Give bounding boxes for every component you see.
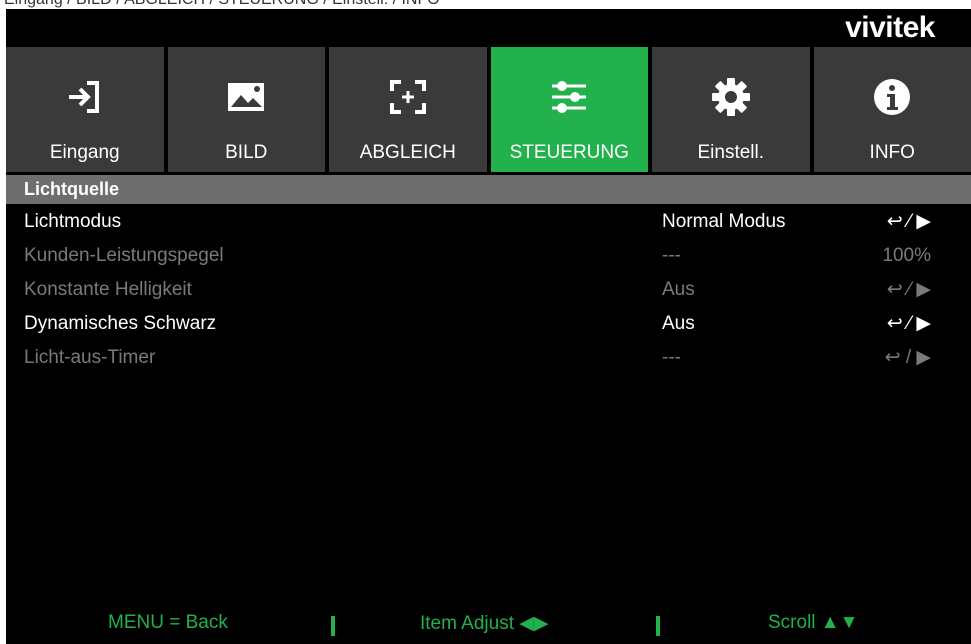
enter-arrow-icon: ↩ / ▶ bbox=[884, 347, 931, 368]
image-icon bbox=[228, 83, 265, 111]
row-label: Kunden-Leistungspegel bbox=[24, 245, 224, 266]
footer-divider bbox=[331, 616, 335, 636]
input-icon bbox=[68, 81, 99, 113]
enter-arrow-icon: ↩ ⁄ ▶ bbox=[886, 279, 931, 300]
row-value: --- bbox=[662, 347, 681, 368]
menu-rows: Lichtmodus Normal Modus ↩ ⁄ ▶ Kunden-Lei… bbox=[6, 208, 971, 378]
row-label: Dynamisches Schwarz bbox=[24, 313, 217, 334]
menu-row-kunden-leistungspegel: Kunden-Leistungspegel --- 100% bbox=[6, 242, 971, 276]
menu-row-dynamisches-schwarz[interactable]: Dynamisches Schwarz Aus ↩ ⁄ ▶ bbox=[6, 310, 971, 344]
scroll-hint: Scroll ▲▼ bbox=[768, 612, 859, 633]
osd-menu: vivitek Eingang BILD ABGLEICH STEUERUNG … bbox=[6, 9, 971, 644]
row-label: Konstante Helligkeit bbox=[24, 279, 192, 300]
enter-arrow-icon[interactable]: ↩ ⁄ ▶ bbox=[887, 208, 931, 236]
sliders-icon bbox=[552, 81, 587, 113]
brand-logo: vivitek bbox=[845, 11, 935, 44]
tab-einstell[interactable]: Einstell. bbox=[652, 47, 810, 172]
tab-info[interactable]: INFO bbox=[813, 47, 971, 172]
top-caption-strip: Eingang / BILD / ABGLEICH / STEUERUNG / … bbox=[0, 0, 971, 9]
section-header: Lichtquelle bbox=[6, 175, 971, 204]
enter-arrow-icon[interactable]: ↩ ⁄ ▶ bbox=[887, 310, 931, 338]
tab-label: Einstell. bbox=[697, 142, 765, 163]
tab-label: STEUERUNG bbox=[509, 142, 629, 163]
info-icon bbox=[874, 79, 911, 115]
footer-divider bbox=[656, 616, 660, 636]
menu-row-lichtmodus[interactable]: Lichtmodus Normal Modus ↩ ⁄ ▶ bbox=[6, 208, 971, 242]
tab-label: Eingang bbox=[49, 142, 120, 163]
menu-row-konstante-helligkeit: Konstante Helligkeit Aus ↩ ⁄ ▶ bbox=[6, 276, 971, 310]
row-value: Aus bbox=[662, 313, 695, 334]
row-value: Aus bbox=[662, 279, 695, 300]
row-value: --- bbox=[662, 245, 681, 266]
tab-steuerung[interactable]: STEUERUNG bbox=[490, 47, 648, 172]
tab-abgleich[interactable]: ABGLEICH bbox=[329, 47, 487, 172]
menu-back-hint: MENU = Back bbox=[108, 612, 228, 633]
row-percent: 100% bbox=[882, 245, 931, 266]
item-adjust-hint: Item Adjust ◀▶ bbox=[420, 613, 549, 634]
tab-label: ABGLEICH bbox=[359, 142, 456, 163]
brand-bar: vivitek bbox=[6, 9, 971, 47]
menu-row-licht-aus-timer: Licht-aus-Timer --- ↩ / ▶ bbox=[6, 344, 971, 378]
row-value: Normal Modus bbox=[662, 211, 786, 232]
gear-icon bbox=[711, 78, 750, 116]
tab-label: BILD bbox=[225, 142, 268, 163]
footer-hints: MENU = Back Item Adjust ◀▶ Scroll ▲▼ bbox=[6, 606, 971, 644]
tab-label: INFO bbox=[869, 142, 915, 163]
top-caption: Eingang / BILD / ABGLEICH / STEUERUNG / … bbox=[4, 0, 440, 9]
row-label: Lichtmodus bbox=[24, 211, 122, 232]
menu-tabs: Eingang BILD ABGLEICH STEUERUNG Einstell… bbox=[6, 47, 971, 172]
adjust-frame-icon bbox=[389, 80, 426, 114]
tab-bild[interactable]: BILD bbox=[167, 47, 325, 172]
tab-eingang[interactable]: Eingang bbox=[6, 47, 164, 172]
row-label: Licht-aus-Timer bbox=[24, 347, 156, 368]
